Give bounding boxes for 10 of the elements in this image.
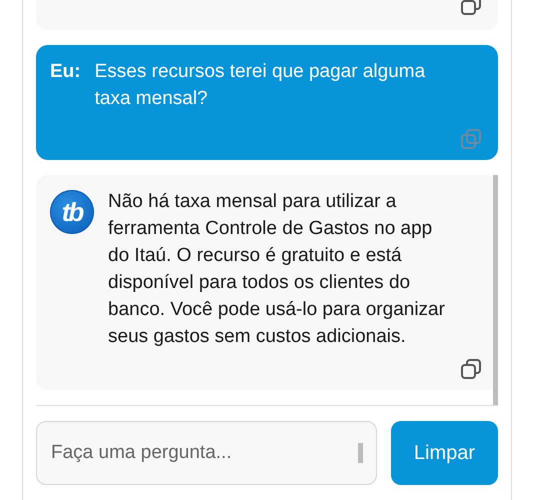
scrollbar[interactable] [493, 175, 498, 405]
message-text: Não há taxa mensal para utilizar a ferramenta Controle de Gastos no app do Itaú. O recurso é gratuito e está disponível para todos os clientes do banco. Você pode usá-lo para organizar seus gastos sem custos adicionais. [108, 190, 446, 349]
speaker-label: Eu: [50, 60, 81, 84]
text-cursor [358, 443, 363, 463]
copy-icon[interactable] [460, 358, 482, 380]
clear-button[interactable]: Limpar [391, 421, 498, 485]
message-text: Esses recursos terei que pagar alguma taxa mensal? [94, 60, 426, 111]
avatar-logo: tb [50, 190, 94, 234]
question-input[interactable]: Faça uma pergunta... [36, 421, 377, 485]
copy-icon[interactable] [460, 0, 482, 16]
